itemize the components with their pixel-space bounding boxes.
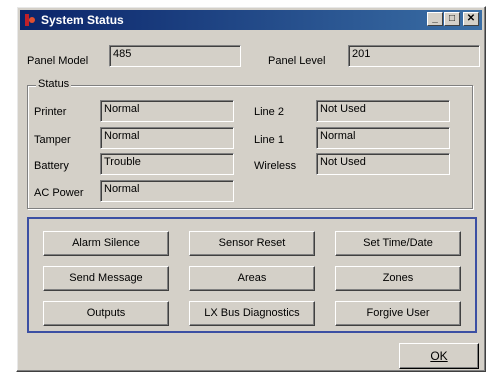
line-1-label: Line 1 <box>254 134 284 146</box>
forgive-user-button[interactable]: Forgive User <box>335 301 461 326</box>
app-logo-icon <box>23 13 37 27</box>
actions-panel: Alarm Silence Sensor Reset Set Time/Date… <box>27 217 477 333</box>
panel-model-field: 485 <box>109 45 241 67</box>
lx-bus-diagnostics-button[interactable]: LX Bus Diagnostics <box>189 301 315 326</box>
sensor-reset-button[interactable]: Sensor Reset <box>189 231 315 256</box>
tamper-status-field: Normal <box>100 127 234 149</box>
panel-level-label: Panel Level <box>268 55 326 67</box>
printer-label: Printer <box>34 106 67 118</box>
system-status-window: System Status _ □ ✕ Panel Model 485 Pane… <box>16 6 486 372</box>
ok-button[interactable]: OK <box>399 343 479 369</box>
ok-button-label: OK <box>430 349 448 363</box>
maximize-button[interactable]: □ <box>444 12 460 26</box>
panel-level-field: 201 <box>348 45 480 67</box>
ac-power-label: AC Power <box>34 187 84 199</box>
wireless-status-field: Not Used <box>316 153 450 175</box>
tamper-label: Tamper <box>34 134 71 146</box>
areas-button[interactable]: Areas <box>189 266 315 291</box>
status-group-title: Status <box>36 78 72 90</box>
ac-power-status-field: Normal <box>100 180 234 202</box>
wireless-label: Wireless <box>254 160 297 172</box>
send-message-button[interactable]: Send Message <box>43 266 169 291</box>
battery-label: Battery <box>34 160 69 172</box>
alarm-silence-button[interactable]: Alarm Silence <box>43 231 169 256</box>
close-button[interactable]: ✕ <box>463 12 479 26</box>
set-time-date-button[interactable]: Set Time/Date <box>335 231 461 256</box>
battery-status-field: Trouble <box>100 153 234 175</box>
printer-status-field: Normal <box>100 100 234 122</box>
line-2-status-field: Not Used <box>316 100 450 122</box>
window-title: System Status <box>41 13 124 27</box>
status-group: Status Printer Normal Tamper Normal Batt… <box>27 78 473 209</box>
zones-button[interactable]: Zones <box>335 266 461 291</box>
title-bar[interactable]: System Status _ □ ✕ <box>20 10 482 30</box>
outputs-button[interactable]: Outputs <box>43 301 169 326</box>
panel-model-label: Panel Model <box>27 55 89 67</box>
line-2-label: Line 2 <box>254 106 284 118</box>
minimize-button[interactable]: _ <box>427 12 443 26</box>
line-1-status-field: Normal <box>316 127 450 149</box>
